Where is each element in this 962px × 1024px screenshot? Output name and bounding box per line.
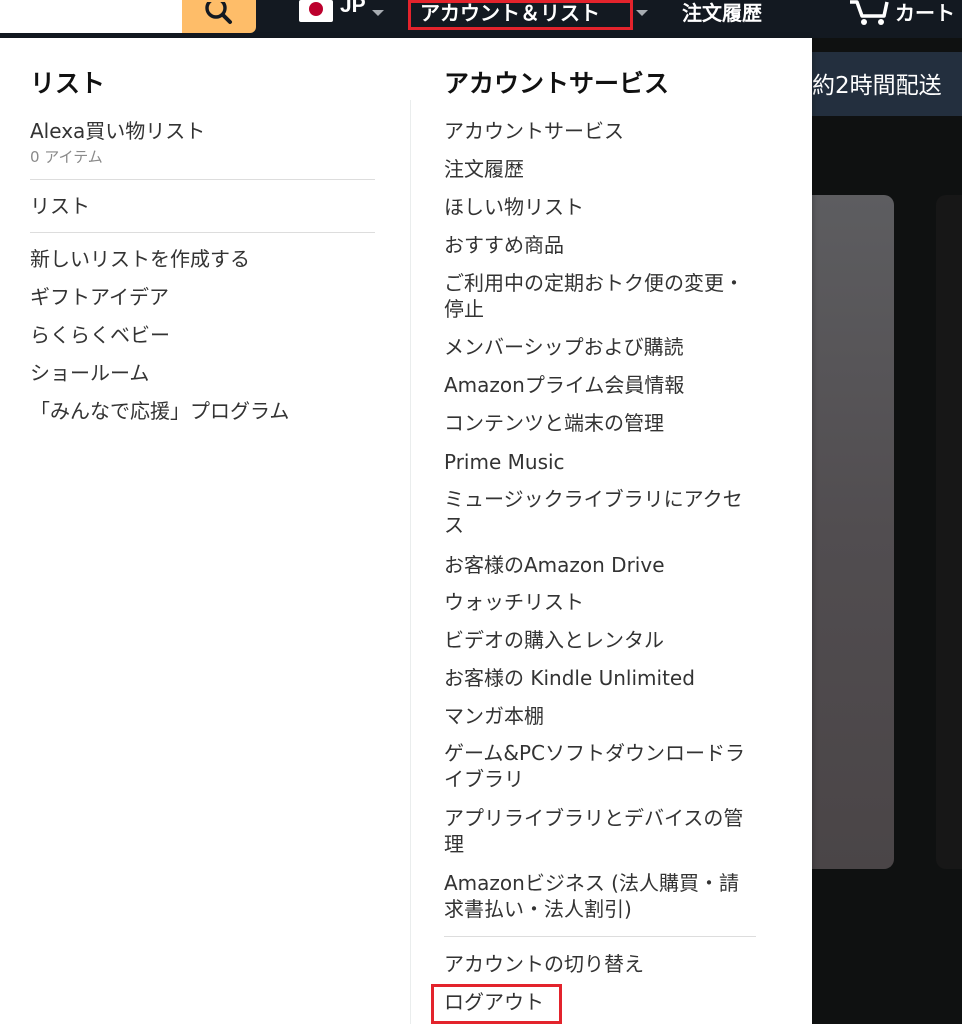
wishlist-link[interactable]: ほしい物リスト [444, 194, 584, 220]
game-pc-software-library-link[interactable]: ゲーム&PCソフトダウンロードライブラリ [444, 740, 749, 792]
app-library-devices-link[interactable]: アプリライブラリとデバイスの管理 [444, 805, 749, 857]
search-button[interactable] [182, 0, 256, 33]
video-purchases-link[interactable]: ビデオの購入とレンタル [444, 627, 664, 653]
amazon-business-link[interactable]: Amazonビジネス (法人購買・請求書払い・法人割引) [444, 870, 754, 922]
order-history-link[interactable]: 注文履歴 [444, 156, 524, 182]
music-library-link[interactable]: ミュージックライブラリにアクセス [444, 486, 749, 538]
create-list-link[interactable]: 新しいリストを作成する [30, 246, 250, 272]
watchlist-link[interactable]: ウォッチリスト [444, 589, 584, 615]
search-input[interactable] [0, 0, 182, 33]
column-divider [410, 100, 411, 1024]
jp-flag-icon[interactable] [299, 0, 333, 22]
lists-column-title: リスト [30, 69, 106, 98]
prime-music-link[interactable]: Prime Music [444, 449, 565, 475]
logout-link[interactable]: ログアウト [444, 989, 544, 1015]
showroom-link[interactable]: ショールーム [30, 360, 149, 386]
gift-ideas-link[interactable]: ギフトアイデア [30, 284, 169, 310]
account-column-title: アカウントサービス [444, 69, 670, 98]
divider [30, 179, 375, 180]
caret-down-icon [372, 10, 384, 16]
caret-down-icon [636, 10, 648, 16]
country-selector[interactable]: JP [340, 0, 366, 18]
kindle-unlimited-link[interactable]: お客様の Kindle Unlimited [444, 665, 695, 691]
manga-shelf-link[interactable]: マンガ本棚 [444, 703, 544, 729]
top-navigation-bar: JP アカウント＆リスト 注文履歴 カート [0, 0, 962, 38]
baby-registry-link[interactable]: らくらくベビー [30, 322, 170, 348]
cart-icon[interactable] [848, 0, 890, 26]
account-services-link[interactable]: アカウントサービス [444, 118, 624, 144]
memberships-link[interactable]: メンバーシップおよび購読 [444, 334, 684, 360]
subscribe-and-save-link[interactable]: ご利用中の定期おトク便の変更・停止 [444, 270, 744, 322]
alexa-list-item-count: 0 アイテム [30, 148, 103, 166]
divider [30, 232, 375, 233]
hero-carousel-card-next[interactable] [936, 195, 962, 869]
my-list-link[interactable]: リスト [30, 193, 90, 219]
content-devices-link[interactable]: コンテンツと端末の管理 [444, 410, 664, 436]
alexa-shopping-list-link[interactable]: Alexa買い物リスト [30, 118, 205, 144]
search-icon [205, 1, 232, 24]
support-program-link[interactable]: 「みんなで応援」プログラム [30, 398, 289, 424]
switch-account-link[interactable]: アカウントの切り替え [444, 951, 644, 977]
cart-link[interactable]: カート [895, 0, 955, 26]
delivery-banner-text: 約2時間配送 [812, 73, 942, 99]
amazon-drive-link[interactable]: お客様のAmazon Drive [444, 552, 665, 578]
prime-membership-link[interactable]: Amazonプライム会員情報 [444, 372, 684, 398]
account-flyout-menu: リスト Alexa買い物リスト 0 アイテム リスト 新しいリストを作成する ギ… [0, 38, 812, 1024]
orders-link[interactable]: 注文履歴 [682, 0, 762, 26]
account-and-lists-menu[interactable]: アカウント＆リスト [408, 0, 633, 30]
recommendations-link[interactable]: おすすめ商品 [444, 232, 564, 258]
divider [444, 936, 756, 937]
